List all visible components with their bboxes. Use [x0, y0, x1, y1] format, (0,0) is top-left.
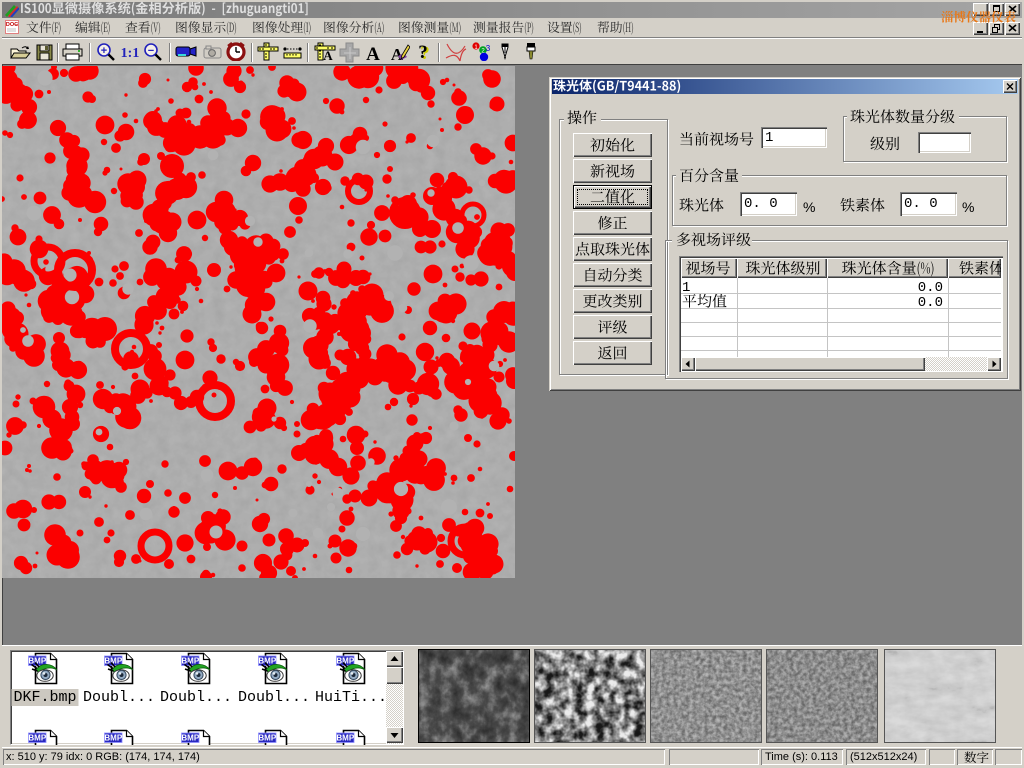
- svg-text:BMP: BMP: [28, 734, 46, 743]
- svg-text:+: +: [101, 45, 107, 57]
- svg-text:BMP: BMP: [181, 734, 199, 743]
- svg-text:3: 3: [486, 44, 491, 53]
- svg-text:BMP: BMP: [258, 734, 276, 743]
- svg-text:?: ?: [418, 43, 428, 61]
- svg-text:DOC: DOC: [6, 22, 18, 28]
- svg-text:BMP: BMP: [336, 734, 354, 743]
- svg-text:A: A: [366, 44, 380, 61]
- svg-text:−: −: [148, 45, 154, 57]
- svg-text:A: A: [323, 48, 333, 61]
- svg-text:BMP: BMP: [104, 734, 122, 743]
- svg-text:1:1: 1:1: [121, 46, 140, 60]
